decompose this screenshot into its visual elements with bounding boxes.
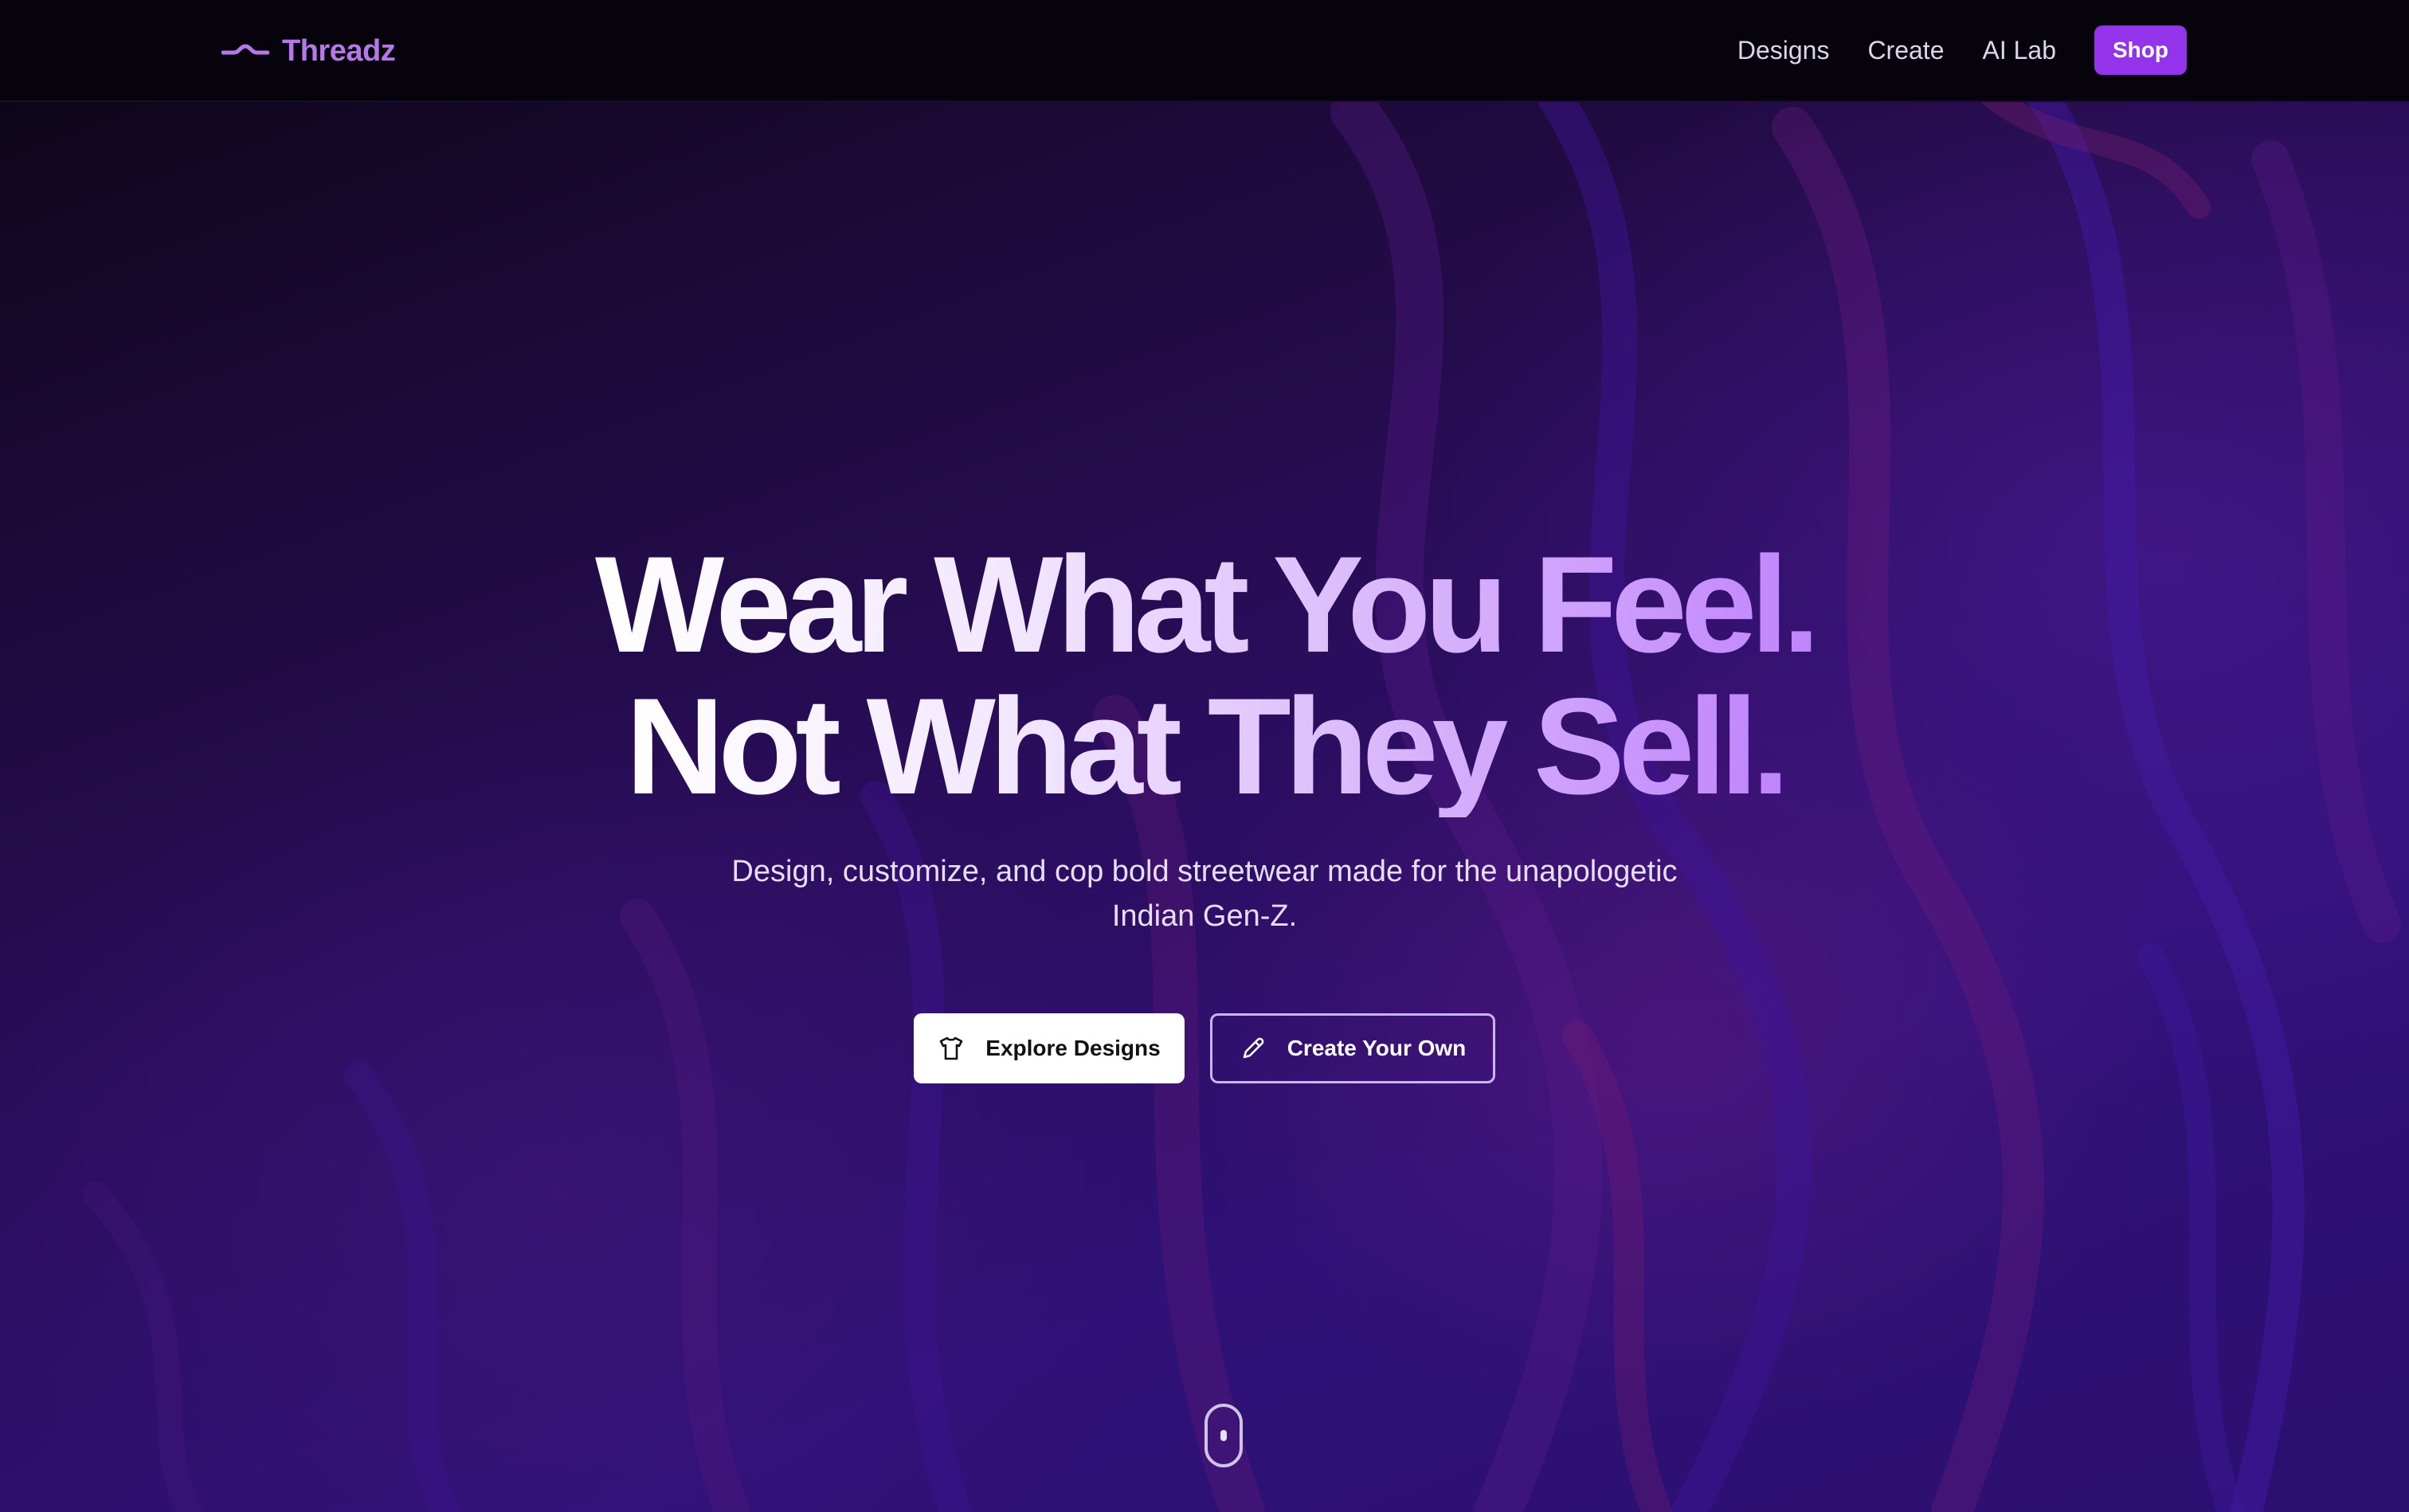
create-your-own-button[interactable]: Create Your Own	[1210, 1013, 1495, 1083]
explore-designs-label: Explore Designs	[985, 1036, 1161, 1060]
landing-page: Threadz Designs Create AI Lab Shop Wear …	[0, 0, 2409, 1512]
hero-cta-group: Explore Designs Create Your Own	[0, 1013, 2409, 1083]
wave-logo-icon	[221, 44, 269, 55]
top-navbar: Threadz Designs Create AI Lab Shop	[0, 0, 2409, 102]
t-shirt-icon	[939, 1036, 963, 1060]
hero-headline-line-1: Wear What You Feel.	[594, 528, 1820, 681]
nav-link-create[interactable]: Create	[1867, 36, 1944, 65]
hero-headline: Wear What You Feel. Not What They Sell.	[0, 534, 2409, 817]
main-nav: Designs Create AI Lab Shop	[1737, 25, 2187, 75]
brand-logo-link[interactable]: Threadz	[221, 29, 396, 73]
shop-button[interactable]: Shop	[2094, 25, 2187, 75]
nav-link-designs[interactable]: Designs	[1737, 36, 1830, 65]
brand-name: Threadz	[282, 33, 396, 68]
hero-headline-line-2: Not What They Sell.	[625, 670, 1789, 823]
hero-section: Wear What You Feel. Not What They Sell. …	[0, 0, 2409, 1512]
hero-subtitle: Design, customize, and cop bold streetwe…	[731, 855, 1678, 933]
nav-link-ai-lab[interactable]: AI Lab	[1982, 36, 2056, 65]
scroll-wheel-dot	[1220, 1430, 1227, 1441]
explore-designs-button[interactable]: Explore Designs	[914, 1013, 1185, 1083]
pencil-icon	[1243, 1037, 1264, 1059]
create-your-own-label: Create Your Own	[1287, 1036, 1467, 1060]
mouse-scroll-icon[interactable]	[1204, 1404, 1243, 1467]
